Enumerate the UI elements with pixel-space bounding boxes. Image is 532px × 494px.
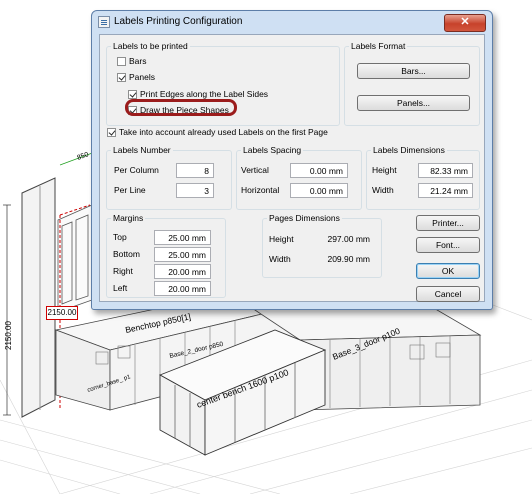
labels-dimensions-group: Labels Dimensions	[366, 145, 480, 210]
page-height-value: 297.00 mm	[327, 234, 370, 244]
vertical-label: Vertical	[241, 165, 269, 175]
per-line-label: Per Line	[114, 185, 146, 195]
labels-dimensions-legend: Labels Dimensions	[371, 145, 447, 155]
margin-right-field[interactable]: 20.00 mm	[154, 264, 211, 279]
print-edges-checkbox[interactable]	[128, 90, 137, 99]
highlight-annotation	[125, 99, 237, 116]
wall-cabinets	[57, 204, 93, 313]
labels-printing-dialog: Labels Printing Configuration ✕ Labels t…	[91, 10, 493, 310]
labels-to-print-legend: Labels to be printed	[111, 41, 190, 51]
panels-checkbox[interactable]	[117, 73, 126, 82]
margin-right-label: Right	[113, 266, 133, 276]
labels-spacing-legend: Labels Spacing	[241, 145, 304, 155]
label-height-label: Height	[372, 165, 397, 175]
margins-legend: Margins	[111, 213, 146, 223]
margin-left-field[interactable]: 20.00 mm	[154, 281, 211, 296]
take-account-checkbox[interactable]	[107, 128, 116, 137]
label-height-field[interactable]: 82.33 mm	[418, 163, 473, 178]
labels-number-legend: Labels Number	[111, 145, 173, 155]
margin-bottom-label: Bottom	[113, 249, 140, 259]
close-button[interactable]: ✕	[444, 14, 486, 32]
pages-dimensions-group: Pages Dimensions	[262, 213, 382, 278]
bars-format-button[interactable]: Bars...	[357, 63, 470, 79]
per-column-label: Per Column	[114, 165, 159, 175]
page-width-value: 209.90 mm	[327, 254, 370, 264]
take-account-label: Take into account already used Labels on…	[119, 127, 328, 137]
pages-dimensions-legend: Pages Dimensions	[267, 213, 342, 223]
dialog-body: Labels to be printed Bars Panels Print E…	[99, 34, 485, 302]
per-column-field[interactable]: 8	[176, 163, 214, 178]
dialog-title: Labels Printing Configuration	[114, 16, 243, 27]
panels-format-button[interactable]: Panels...	[357, 95, 470, 111]
left-wall	[21, 177, 56, 418]
dim-left-text: 2150.00	[4, 321, 13, 350]
title-bar[interactable]: Labels Printing Configuration ✕	[92, 11, 492, 33]
horizontal-field[interactable]: 0.00 mm	[290, 183, 348, 198]
app-icon	[98, 16, 110, 28]
bars-label: Bars	[129, 56, 147, 66]
horizontal-label: Horizontal	[241, 185, 280, 195]
label-width-label: Width	[372, 185, 394, 195]
label-width-field[interactable]: 21.24 mm	[418, 183, 473, 198]
ok-button[interactable]: OK	[416, 263, 480, 279]
margin-top-field[interactable]: 25.00 mm	[154, 230, 211, 245]
margin-left-label: Left	[113, 283, 128, 293]
labels-format-group: Labels Format	[344, 41, 480, 126]
vertical-field[interactable]: 0.00 mm	[290, 163, 348, 178]
printer-button[interactable]: Printer...	[416, 215, 480, 231]
bars-checkbox[interactable]	[117, 57, 126, 66]
margin-bottom-field[interactable]: 25.00 mm	[154, 247, 211, 262]
dim-top-text: 850	[76, 151, 89, 162]
font-button[interactable]: Font...	[416, 237, 480, 253]
dimension-box: 2150.00	[46, 306, 78, 320]
margin-top-label: Top	[113, 232, 127, 242]
labels-format-legend: Labels Format	[349, 41, 408, 51]
per-line-field[interactable]: 3	[176, 183, 214, 198]
labels-spacing-group: Labels Spacing	[236, 145, 362, 210]
labels-number-group: Labels Number	[106, 145, 232, 210]
panels-label: Panels	[129, 72, 155, 82]
page-height-label: Height	[269, 234, 294, 244]
page-width-label: Width	[269, 254, 291, 264]
cancel-button[interactable]: Cancel	[416, 286, 480, 302]
